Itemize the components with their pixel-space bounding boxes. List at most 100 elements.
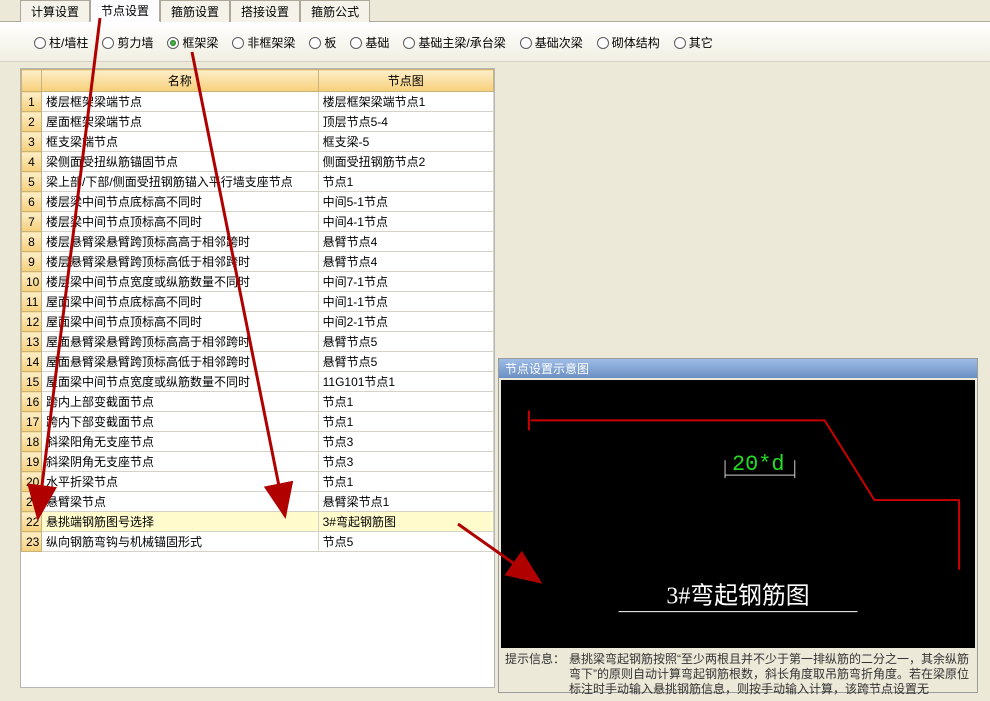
radio-柱/墙柱[interactable]: 柱/墙柱 xyxy=(34,34,88,51)
cell-name[interactable]: 楼层梁中间节点底标高不同时 xyxy=(42,192,319,212)
cell-name[interactable]: 跨内下部变截面节点 xyxy=(42,412,319,432)
radio-非框架梁[interactable]: 非框架梁 xyxy=(232,34,295,51)
cell-node[interactable]: 3#弯起钢筋图 xyxy=(318,512,493,532)
table-row[interactable]: 1楼层框架梁端节点楼层框架梁端节点1 xyxy=(22,92,494,112)
tab-node-settings[interactable]: 节点设置 xyxy=(90,0,160,22)
cell-node[interactable]: 楼层框架梁端节点1 xyxy=(318,92,493,112)
cell-node[interactable]: 中间2-1节点 xyxy=(318,312,493,332)
cell-name[interactable]: 悬臂梁节点 xyxy=(42,492,319,512)
cell-node[interactable]: 节点3 xyxy=(318,452,493,472)
row-number: 4 xyxy=(22,152,42,172)
table-row[interactable]: 7楼层梁中间节点顶标高不同时中间4-1节点 xyxy=(22,212,494,232)
row-number: 5 xyxy=(22,172,42,192)
cell-node[interactable]: 悬臂节点5 xyxy=(318,332,493,352)
cell-name[interactable]: 梁上部/下部/侧面受扭钢筋锚入平行墙支座节点 xyxy=(42,172,319,192)
cell-node[interactable]: 中间4-1节点 xyxy=(318,212,493,232)
row-number: 8 xyxy=(22,232,42,252)
col-header-node[interactable]: 节点图 xyxy=(318,70,493,92)
cell-name[interactable]: 屋面悬臂梁悬臂跨顶标高高于相邻跨时 xyxy=(42,332,319,352)
row-number: 19 xyxy=(22,452,42,472)
cell-name[interactable]: 斜梁阳角无支座节点 xyxy=(42,432,319,452)
cell-node[interactable]: 悬臂节点4 xyxy=(318,232,493,252)
tab-lap-settings[interactable]: 搭接设置 xyxy=(230,0,300,22)
table-row[interactable]: 4梁侧面受扭纵筋锚固节点侧面受扭钢筋节点2 xyxy=(22,152,494,172)
table-row[interactable]: 9楼层悬臂梁悬臂跨顶标高低于相邻跨时悬臂节点4 xyxy=(22,252,494,272)
cell-name[interactable]: 楼层悬臂梁悬臂跨顶标高高于相邻跨时 xyxy=(42,232,319,252)
table-row[interactable]: 13屋面悬臂梁悬臂跨顶标高高于相邻跨时悬臂节点5 xyxy=(22,332,494,352)
row-number: 12 xyxy=(22,312,42,332)
diagram-caption: 3#弯起钢筋图 xyxy=(666,583,809,610)
tab-stirrup-formula[interactable]: 箍筋公式 xyxy=(300,0,370,22)
col-header-name[interactable]: 名称 xyxy=(42,70,319,92)
radio-label: 板 xyxy=(324,34,336,51)
row-number: 13 xyxy=(22,332,42,352)
table-row[interactable]: 5梁上部/下部/侧面受扭钢筋锚入平行墙支座节点节点1 xyxy=(22,172,494,192)
row-number: 22 xyxy=(22,512,42,532)
tab-stirrup-settings[interactable]: 箍筋设置 xyxy=(160,0,230,22)
radio-基础[interactable]: 基础 xyxy=(350,34,389,51)
table-row[interactable]: 19斜梁阴角无支座节点节点3 xyxy=(22,452,494,472)
table-row[interactable]: 14屋面悬臂梁悬臂跨顶标高低于相邻跨时悬臂节点5 xyxy=(22,352,494,372)
cell-node[interactable]: 悬臂节点4 xyxy=(318,252,493,272)
table-row[interactable]: 6楼层梁中间节点底标高不同时中间5-1节点 xyxy=(22,192,494,212)
table-row[interactable]: 23纵向钢筋弯钩与机械锚固形式节点5 xyxy=(22,532,494,552)
cell-name[interactable]: 楼层悬臂梁悬臂跨顶标高低于相邻跨时 xyxy=(42,252,319,272)
cell-node[interactable]: 中间7-1节点 xyxy=(318,272,493,292)
radio-其它[interactable]: 其它 xyxy=(674,34,713,51)
table-row[interactable]: 8楼层悬臂梁悬臂跨顶标高高于相邻跨时悬臂节点4 xyxy=(22,232,494,252)
table-row[interactable]: 15屋面梁中间节点宽度或纵筋数量不同时11G101节点1 xyxy=(22,372,494,392)
cell-name[interactable]: 屋面悬臂梁悬臂跨顶标高低于相邻跨时 xyxy=(42,352,319,372)
radio-砌体结构[interactable]: 砌体结构 xyxy=(597,34,660,51)
cell-node[interactable]: 顶层节点5-4 xyxy=(318,112,493,132)
row-number: 23 xyxy=(22,532,42,552)
tab-calc-settings[interactable]: 计算设置 xyxy=(20,0,90,22)
cell-node[interactable]: 框支梁-5 xyxy=(318,132,493,152)
cell-name[interactable]: 跨内上部变截面节点 xyxy=(42,392,319,412)
table-row[interactable]: 18斜梁阳角无支座节点节点3 xyxy=(22,432,494,452)
cell-name[interactable]: 屋面梁中间节点顶标高不同时 xyxy=(42,312,319,332)
table-row[interactable]: 21悬臂梁节点悬臂梁节点1 xyxy=(22,492,494,512)
table-row[interactable]: 2屋面框架梁端节点顶层节点5-4 xyxy=(22,112,494,132)
cell-node[interactable]: 中间5-1节点 xyxy=(318,192,493,212)
cell-name[interactable]: 悬挑端钢筋图号选择 xyxy=(42,512,319,532)
cell-node[interactable]: 侧面受扭钢筋节点2 xyxy=(318,152,493,172)
table-row[interactable]: 3框支梁端节点框支梁-5 xyxy=(22,132,494,152)
cell-node[interactable]: 节点1 xyxy=(318,392,493,412)
radio-板[interactable]: 板 xyxy=(309,34,336,51)
cell-name[interactable]: 梁侧面受扭纵筋锚固节点 xyxy=(42,152,319,172)
cell-node[interactable]: 节点1 xyxy=(318,412,493,432)
cell-name[interactable]: 屋面梁中间节点底标高不同时 xyxy=(42,292,319,312)
radio-基础主梁/承台梁[interactable]: 基础主梁/承台梁 xyxy=(403,34,505,51)
radio-label: 柱/墙柱 xyxy=(49,34,88,51)
cell-name[interactable]: 纵向钢筋弯钩与机械锚固形式 xyxy=(42,532,319,552)
table-row[interactable]: 11屋面梁中间节点底标高不同时中间1-1节点 xyxy=(22,292,494,312)
radio-label: 砌体结构 xyxy=(612,34,660,51)
cell-name[interactable]: 楼层梁中间节点宽度或纵筋数量不同时 xyxy=(42,272,319,292)
cell-node[interactable]: 节点1 xyxy=(318,472,493,492)
cell-name[interactable]: 屋面梁中间节点宽度或纵筋数量不同时 xyxy=(42,372,319,392)
cell-name[interactable]: 水平折梁节点 xyxy=(42,472,319,492)
cell-node[interactable]: 节点5 xyxy=(318,532,493,552)
table-row[interactable]: 17跨内下部变截面节点节点1 xyxy=(22,412,494,432)
row-number: 2 xyxy=(22,112,42,132)
table-row[interactable]: 12屋面梁中间节点顶标高不同时中间2-1节点 xyxy=(22,312,494,332)
cell-name[interactable]: 楼层梁中间节点顶标高不同时 xyxy=(42,212,319,232)
cell-node[interactable]: 节点3 xyxy=(318,432,493,452)
radio-框架梁[interactable]: 框架梁 xyxy=(167,34,218,51)
cell-node[interactable]: 悬臂梁节点1 xyxy=(318,492,493,512)
cell-name[interactable]: 斜梁阴角无支座节点 xyxy=(42,452,319,472)
cell-node[interactable]: 11G101节点1 xyxy=(318,372,493,392)
cell-node[interactable]: 悬臂节点5 xyxy=(318,352,493,372)
table-row[interactable]: 10楼层梁中间节点宽度或纵筋数量不同时中间7-1节点 xyxy=(22,272,494,292)
table-row[interactable]: 22悬挑端钢筋图号选择3#弯起钢筋图 xyxy=(22,512,494,532)
cell-node[interactable]: 节点1 xyxy=(318,172,493,192)
radio-label: 基础主梁/承台梁 xyxy=(418,34,505,51)
cell-name[interactable]: 框支梁端节点 xyxy=(42,132,319,152)
cell-name[interactable]: 屋面框架梁端节点 xyxy=(42,112,319,132)
cell-name[interactable]: 楼层框架梁端节点 xyxy=(42,92,319,112)
cell-node[interactable]: 中间1-1节点 xyxy=(318,292,493,312)
radio-基础次梁[interactable]: 基础次梁 xyxy=(520,34,583,51)
table-row[interactable]: 16跨内上部变截面节点节点1 xyxy=(22,392,494,412)
radio-剪力墙[interactable]: 剪力墙 xyxy=(102,34,153,51)
table-row[interactable]: 20水平折梁节点节点1 xyxy=(22,472,494,492)
